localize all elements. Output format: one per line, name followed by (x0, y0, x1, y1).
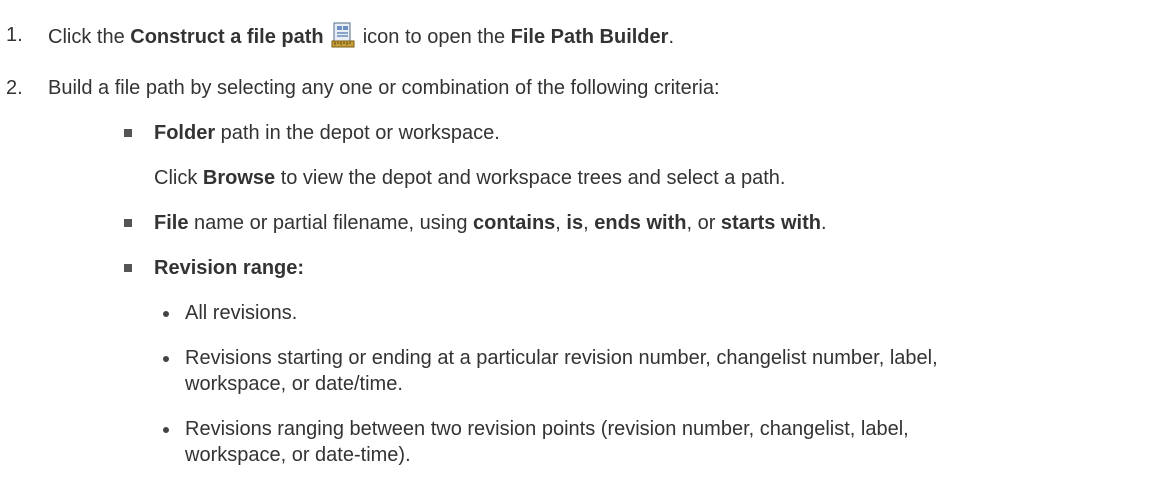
revision-item-all: All revisions. (185, 302, 298, 324)
criteria-browse: Click Browse to view the depot and works… (154, 165, 785, 191)
revision-range-label: Revision range: (154, 257, 305, 279)
file-path-builder-label: File Path Builder (510, 26, 669, 48)
step-2-text: Build a file path by selecting any one o… (48, 77, 720, 99)
browse-pre: Click (154, 167, 203, 189)
criteria-revision-range: Revision range: (154, 255, 304, 281)
step-1-text-part: Click the (48, 26, 131, 48)
separator: , (583, 212, 595, 234)
criteria-file: File name or partial filename, using con… (154, 210, 827, 236)
round-bullet (163, 311, 169, 317)
criteria-folder: Folder path in the depot or workspace. (154, 120, 500, 146)
op-is: is (566, 212, 584, 234)
step-2-number: 2. (6, 77, 23, 99)
separator: , (555, 212, 567, 234)
square-bullet (124, 264, 132, 272)
revision-item-ranging-cont: workspace, or date-time). (185, 444, 411, 466)
help-document: 1. Click the Construct a file path icon … (0, 0, 1162, 498)
square-bullet (124, 129, 132, 137)
op-starts-with: starts with (720, 212, 821, 234)
step-1-number: 1. (6, 24, 23, 46)
file-path-builder-icon (331, 22, 355, 48)
square-bullet (124, 219, 132, 227)
separator: , or (686, 212, 721, 234)
round-bullet (163, 427, 169, 433)
browse-label: Browse (202, 167, 276, 189)
file-end: . (820, 212, 827, 234)
round-bullet (163, 356, 169, 362)
revision-item-ranging: Revisions ranging between two revision p… (185, 418, 909, 440)
folder-desc: path in the depot or workspace. (215, 122, 500, 144)
revision-item-starting-ending-cont: workspace, or date/time. (185, 373, 403, 395)
folder-label: Folder (154, 122, 216, 144)
step-1-text-part: icon to open the (357, 26, 511, 48)
construct-file-path-label: Construct a file path (130, 26, 324, 48)
revision-item-starting-ending: Revisions starting or ending at a partic… (185, 347, 938, 369)
op-contains: contains (473, 212, 556, 234)
browse-desc: to view the depot and workspace trees an… (275, 167, 786, 189)
op-ends-with: ends with (594, 212, 687, 234)
step-1-text: Click the Construct a file path icon to … (48, 22, 674, 50)
step-1-text-part: . (668, 26, 674, 48)
file-label: File (154, 212, 189, 234)
file-desc: name or partial filename, using (188, 212, 474, 234)
